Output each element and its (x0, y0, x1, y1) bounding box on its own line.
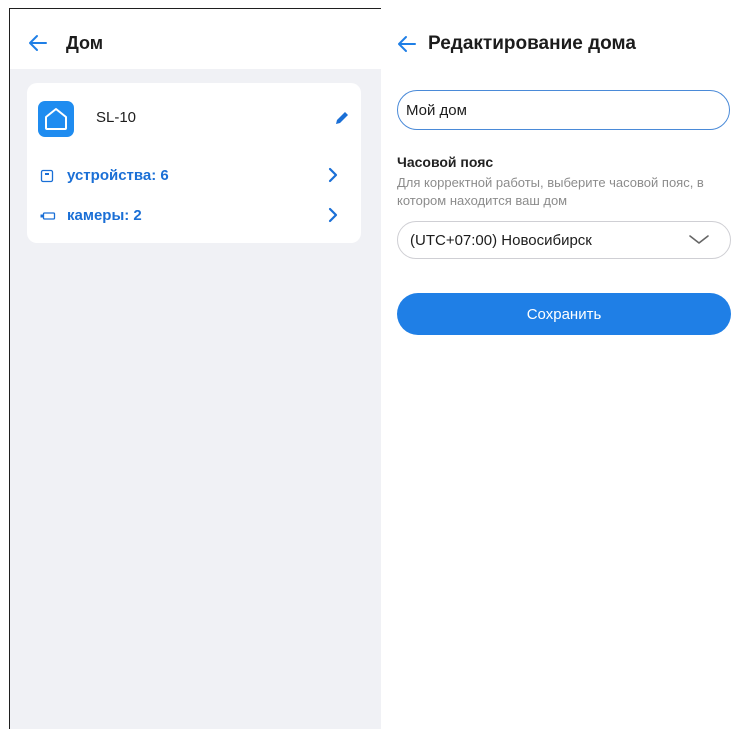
home-name: SL-10 (96, 109, 137, 126)
timezone-hint: Для корректной работы, выберите часовой … (397, 175, 704, 208)
page-title: Редактирование дома (428, 33, 636, 54)
edit-header: Редактирование дома (381, 8, 741, 68)
chevron-down-icon (688, 232, 710, 253)
chevron-right-icon (327, 207, 339, 228)
pencil-icon[interactable] (333, 109, 351, 127)
back-arrow-icon[interactable] (396, 33, 418, 55)
page-title: Дом (66, 33, 104, 53)
home-card: SL-10 устройства: 6 камеры: 2 (27, 83, 361, 243)
home-screen: Дом SL-10 устройства: 6 камеры: 2 (9, 8, 381, 729)
back-arrow-icon[interactable] (27, 32, 49, 54)
home-header: Дом (10, 9, 381, 69)
devices-row[interactable]: устройства: 6 (27, 162, 361, 190)
camera-icon (40, 209, 56, 228)
timezone-heading: Часовой пояс (397, 154, 494, 170)
cameras-count-label: камеры: 2 (67, 207, 142, 224)
home-icon (38, 101, 74, 137)
save-button[interactable]: Сохранить (397, 293, 731, 335)
device-icon (40, 169, 54, 188)
devices-count-label: устройства: 6 (67, 167, 169, 184)
cameras-row[interactable]: камеры: 2 (27, 202, 361, 230)
timezone-value: (UTC+07:00) Новосибирск (410, 232, 592, 249)
edit-home-screen: Редактирование дома Часовой пояс Для кор… (381, 8, 741, 729)
timezone-select[interactable]: (UTC+07:00) Новосибирск (397, 221, 731, 259)
chevron-right-icon (327, 167, 339, 188)
home-name-input[interactable] (397, 90, 730, 130)
